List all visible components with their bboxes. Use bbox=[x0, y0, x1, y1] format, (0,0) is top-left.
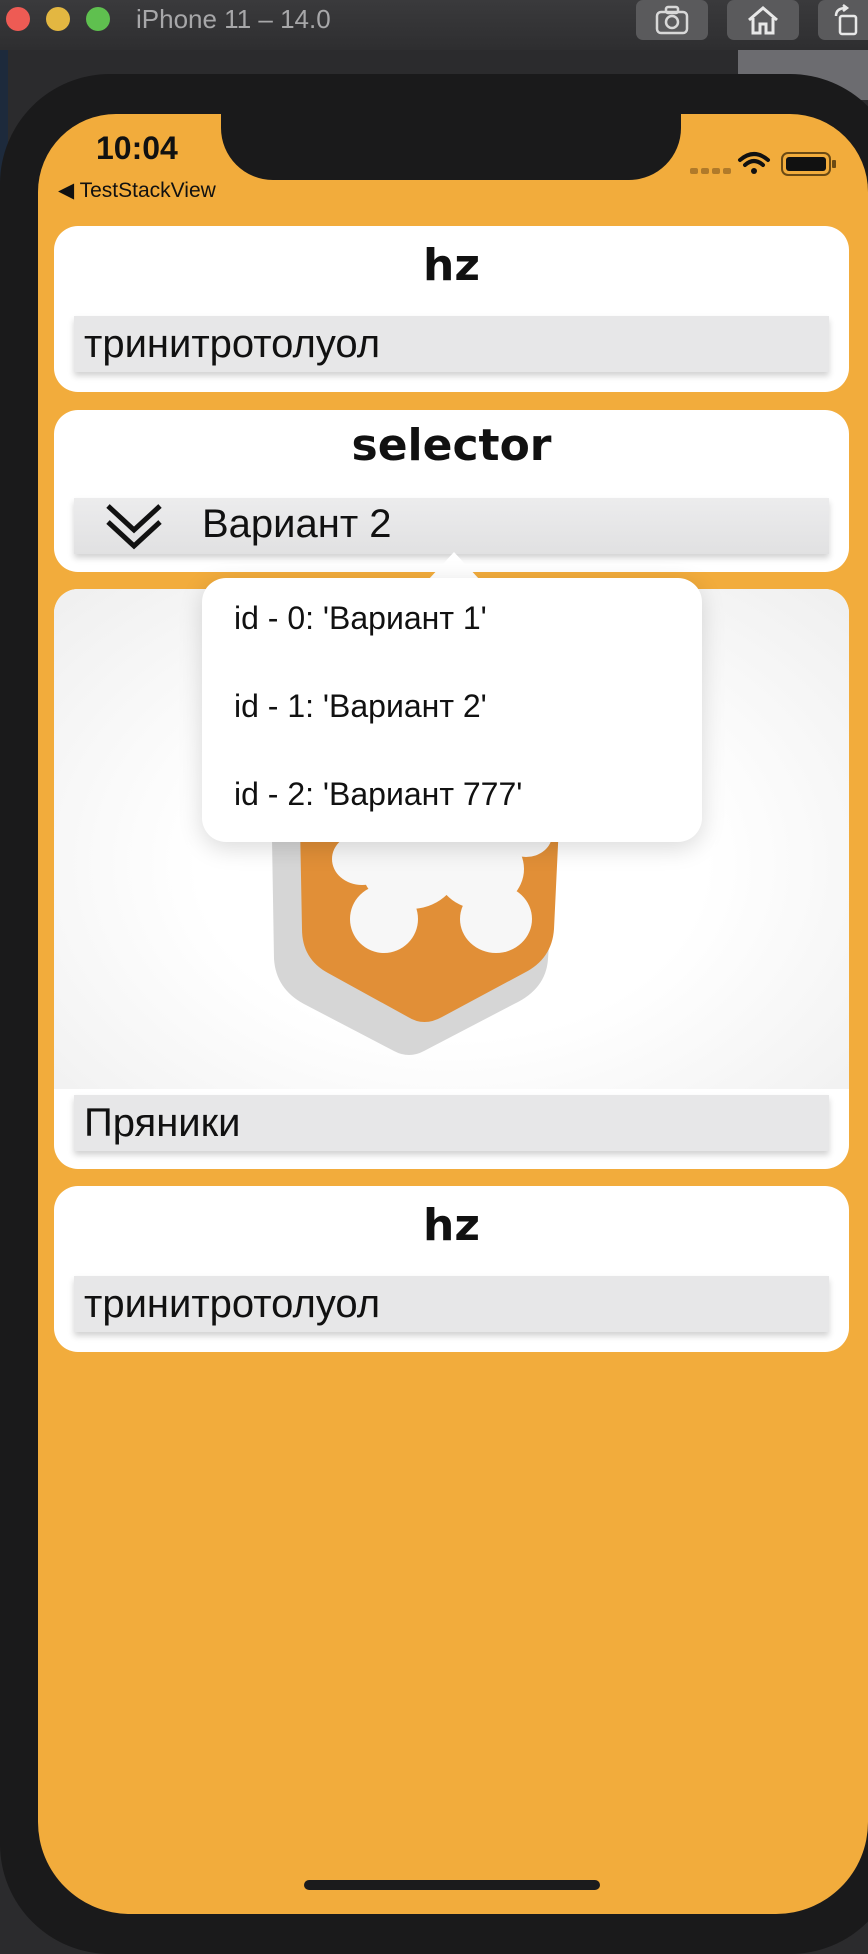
status-indicators bbox=[690, 152, 836, 176]
text-field[interactable]: тринитротолуол bbox=[74, 1276, 829, 1332]
simulator-title-bar: iPhone 11 – 14.0 bbox=[0, 0, 868, 50]
status-time: 10:04 bbox=[96, 130, 178, 166]
home-button[interactable] bbox=[727, 0, 799, 40]
home-icon bbox=[748, 6, 778, 35]
back-to-app-link[interactable]: ◀ TestStackView bbox=[58, 178, 216, 203]
close-window-button[interactable] bbox=[6, 7, 30, 31]
back-triangle-icon: ◀ bbox=[58, 179, 75, 202]
zoom-window-button[interactable] bbox=[86, 7, 110, 31]
signal-icon bbox=[690, 168, 731, 174]
hz-card-bottom: hz тринитротолуол bbox=[54, 1186, 849, 1352]
rotate-icon bbox=[834, 4, 858, 36]
selector-popover: id - 0: 'Вариант 1' id - 1: 'Вариант 2' … bbox=[202, 578, 702, 842]
screenshot-button[interactable] bbox=[636, 0, 708, 40]
card-title: selector bbox=[351, 420, 552, 471]
screenshot-icon bbox=[655, 5, 689, 35]
hz-card-top: hz тринитротолуол bbox=[54, 226, 849, 392]
selector-card: selector Вариант 2 bbox=[54, 410, 849, 572]
text-field-value: тринитротолуол bbox=[84, 1282, 381, 1326]
popover-option[interactable]: id - 0: 'Вариант 1' bbox=[234, 600, 487, 637]
home-indicator[interactable] bbox=[304, 1880, 600, 1890]
card-title: hz bbox=[423, 1200, 480, 1251]
text-field-value: Пряники bbox=[84, 1101, 241, 1145]
rotate-button[interactable] bbox=[818, 0, 868, 40]
popover-option[interactable]: id - 1: 'Вариант 2' bbox=[234, 688, 487, 725]
chevron-double-down-icon bbox=[106, 504, 162, 550]
popover-option[interactable]: id - 2: 'Вариант 777' bbox=[234, 776, 522, 813]
back-label: TestStackView bbox=[79, 179, 216, 202]
wifi-icon bbox=[738, 152, 770, 167]
minimize-window-button[interactable] bbox=[46, 7, 70, 31]
simulator-title: iPhone 11 – 14.0 bbox=[136, 4, 331, 34]
card-title: hz bbox=[423, 240, 480, 291]
notch bbox=[221, 114, 681, 180]
selector-dropdown[interactable]: Вариант 2 bbox=[74, 498, 829, 554]
text-field[interactable]: Пряники bbox=[74, 1095, 829, 1151]
text-field-value: тринитротолуол bbox=[84, 322, 381, 366]
popover-arrow bbox=[428, 552, 480, 580]
selector-value: Вариант 2 bbox=[202, 502, 392, 546]
battery-icon bbox=[781, 152, 836, 176]
text-field[interactable]: тринитротолуол bbox=[74, 316, 829, 372]
